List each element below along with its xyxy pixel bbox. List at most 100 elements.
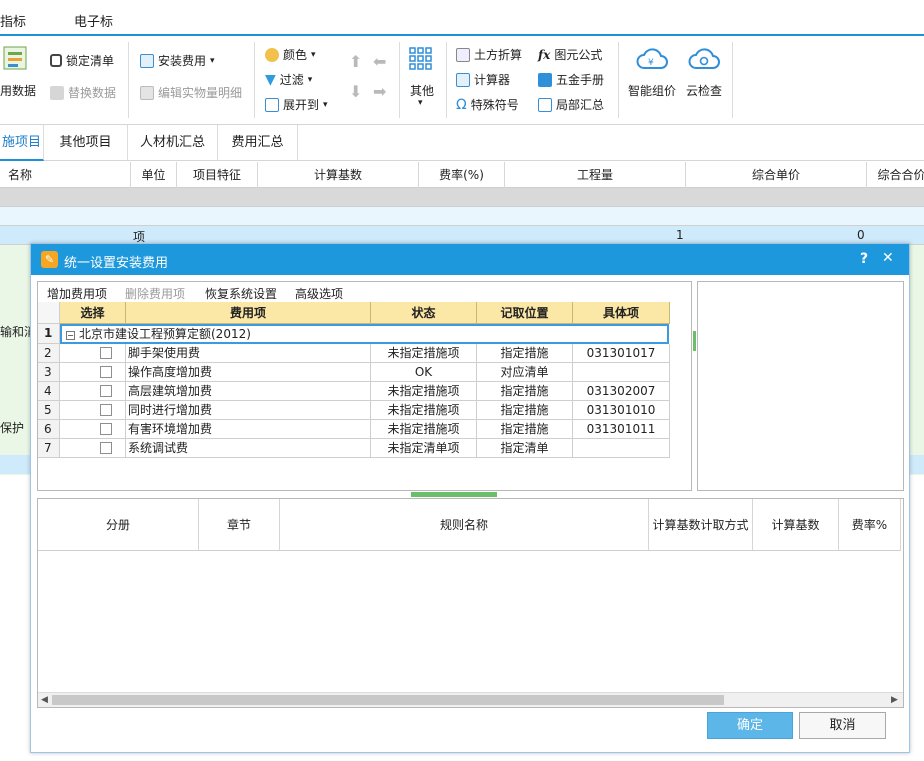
right-row-strip	[910, 245, 924, 475]
local-summary-button[interactable]: 局部汇总	[538, 96, 604, 113]
tab-other-items[interactable]: 其他项目	[44, 125, 128, 161]
close-icon[interactable]: ✕	[882, 250, 894, 266]
arrow-down-icon[interactable]: ⬇	[349, 82, 362, 101]
edit-detail-button[interactable]: 编辑实物量明细	[140, 84, 242, 101]
table-row[interactable]: 6 有害环境增加费 未指定措施项 指定措施 031301011	[38, 420, 670, 439]
fee-specific-item[interactable]	[573, 439, 670, 458]
fee-name: 操作高度增加费	[126, 363, 371, 382]
arrow-left-icon[interactable]: ⬅	[373, 52, 386, 71]
table-row[interactable]: 4 高层建筑增加费 未指定措施项 指定措施 031302007	[38, 382, 670, 401]
calculator-button[interactable]: 计算器	[456, 71, 510, 88]
arrow-right-icon[interactable]: ➡	[373, 82, 386, 101]
cancel-button[interactable]: 取消	[799, 712, 886, 739]
table-row[interactable]: 5 同时进行增加费 未指定措施项 指定措施 031301010	[38, 401, 670, 420]
main-grid-header: 名称 单位 项目特征 计算基数 费率(%) 工程量 综合单价 综合合价	[0, 162, 924, 188]
fee-specific-item[interactable]: 031301017	[573, 344, 670, 363]
tab-cost-summary[interactable]: 费用汇总	[218, 125, 298, 161]
col-quantity: 工程量	[505, 162, 686, 188]
palette-icon	[265, 47, 279, 62]
help-button[interactable]: ?	[860, 251, 868, 267]
col-chapter: 章节	[199, 499, 280, 551]
fee-specific-item[interactable]: 031301010	[573, 401, 670, 420]
row-unit-price: 0	[857, 228, 865, 242]
advanced-options-button[interactable]: 高级选项	[295, 285, 343, 302]
select-checkbox[interactable]	[100, 423, 112, 435]
scroll-right-icon[interactable]: ▶	[891, 695, 898, 705]
use-data-button[interactable]: 用数据	[0, 82, 36, 99]
use-data-icon[interactable]	[0, 42, 40, 74]
special-symbol-button[interactable]: Ω 特殊符号	[456, 96, 519, 113]
horizontal-splitter-handle[interactable]	[411, 492, 497, 497]
expand-to-button[interactable]: 展开到 ▾	[265, 96, 328, 113]
hardware-manual-button[interactable]: 五金手册	[538, 71, 604, 88]
fee-specific-item[interactable]: 031302007	[573, 382, 670, 401]
restore-settings-button[interactable]: 恢复系统设置	[205, 285, 277, 302]
smart-pricing-button[interactable]: 智能组价	[628, 82, 676, 99]
tab-measures[interactable]: 施项目	[0, 125, 44, 161]
filter-button[interactable]: ▼ 过滤 ▾	[265, 71, 312, 88]
install-fee-button[interactable]: 安装费用 ▾	[140, 52, 215, 69]
fee-specific-item[interactable]	[573, 363, 670, 382]
select-checkbox[interactable]	[100, 366, 112, 378]
select-cell	[60, 439, 126, 458]
group-label: 北京市建设工程预算定额(2012)	[79, 327, 251, 341]
cloud-check-icon[interactable]	[688, 46, 720, 72]
delete-fee-item-button[interactable]: 删除费用项	[125, 285, 185, 302]
other-button[interactable]: 其他	[410, 82, 434, 99]
fee-position[interactable]: 指定措施	[477, 401, 573, 420]
horizontal-scrollbar[interactable]: ◀ ▶	[38, 692, 903, 707]
replace-data-button[interactable]: 替换数据	[50, 84, 116, 101]
add-fee-item-button[interactable]: 增加费用项	[47, 285, 107, 302]
dialog-title-bar[interactable]: ✎ 统一设置安装费用 ? ✕	[31, 244, 909, 275]
replace-data-label: 替换数据	[68, 86, 117, 100]
col-base: 计算基数	[258, 162, 419, 188]
menu-item-electronic-bid[interactable]: 电子标	[74, 11, 113, 30]
color-button[interactable]: 颜色 ▾	[265, 46, 316, 63]
table-row[interactable]: 2 脚手架使用费 未指定措施项 指定措施 031301017	[38, 344, 670, 363]
select-checkbox[interactable]	[100, 385, 112, 397]
select-checkbox[interactable]	[100, 347, 112, 359]
col-rule-name: 规则名称	[280, 499, 649, 551]
table-row[interactable]: 1 − 北京市建设工程预算定额(2012)	[38, 324, 670, 344]
table-row[interactable]	[0, 455, 30, 474]
lock-list-button[interactable]: 锁定清单	[50, 52, 114, 69]
col-fee-item: 费用项	[126, 302, 371, 324]
collapse-icon[interactable]: −	[66, 331, 75, 340]
scrollbar-thumb[interactable]	[52, 695, 724, 705]
local-summary-label: 局部汇总	[556, 98, 605, 112]
cloud-pricing-icon[interactable]: ¥	[636, 46, 668, 72]
fee-position[interactable]: 指定措施	[477, 382, 573, 401]
group-cell[interactable]: − 北京市建设工程预算定额(2012)	[60, 324, 669, 344]
special-symbol-label: 特殊符号	[470, 98, 519, 112]
tree-icon	[265, 97, 279, 112]
ok-button[interactable]: 确定	[707, 712, 793, 739]
select-cell	[60, 420, 126, 439]
table-row[interactable]: 3 操作高度增加费 OK 对应清单	[38, 363, 670, 382]
table-row[interactable]	[0, 207, 924, 226]
earthwork-button[interactable]: 土方折算	[456, 46, 522, 63]
grid-apps-icon[interactable]	[408, 46, 434, 72]
fee-position[interactable]: 对应清单	[477, 363, 573, 382]
fee-specific-item[interactable]: 031301011	[573, 420, 670, 439]
filter-icon: ▼	[265, 71, 276, 88]
table-row[interactable]	[0, 188, 924, 207]
table-row[interactable]	[910, 455, 924, 474]
install-fee-dialog: ✎ 统一设置安装费用 ? ✕ 增加费用项 删除费用项 恢复系统设置 高级选项 选…	[30, 243, 910, 753]
menu-item-indicator[interactable]: 指标	[0, 11, 26, 30]
formula-button[interactable]: fx 图元公式	[538, 46, 602, 63]
select-checkbox[interactable]	[100, 404, 112, 416]
table-row[interactable]: 7 系统调试费 未指定清单项 指定清单	[38, 439, 670, 458]
fee-position[interactable]: 指定措施	[477, 344, 573, 363]
earthwork-label: 土方折算	[474, 48, 523, 62]
left-row-strip	[0, 245, 30, 475]
fee-position[interactable]: 指定措施	[477, 420, 573, 439]
cloud-check-button[interactable]: 云检查	[686, 82, 722, 99]
vertical-splitter-handle[interactable]	[693, 331, 696, 351]
select-checkbox[interactable]	[100, 442, 112, 454]
scroll-left-icon[interactable]: ◀	[41, 695, 48, 705]
tab-labor-material-summary[interactable]: 人材机汇总	[128, 125, 218, 161]
menu-bar: 指标 电子标	[0, 0, 924, 36]
fee-position[interactable]: 指定清单	[477, 439, 573, 458]
arrow-up-icon[interactable]: ⬆	[349, 52, 362, 71]
row-number: 7	[38, 439, 60, 458]
